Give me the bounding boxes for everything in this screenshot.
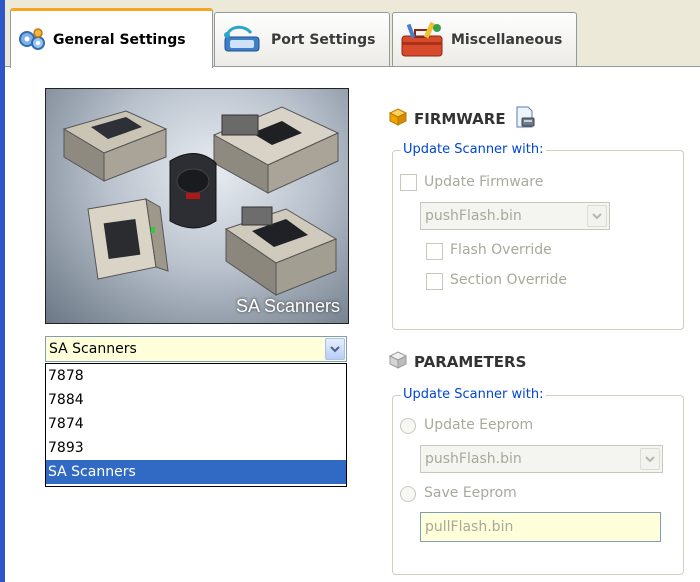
eeprom-save-file-input[interactable]: pullFlash.bin [420,512,661,542]
select-value: pushFlash.bin [425,208,522,224]
dropdown-option[interactable]: 7884 [46,388,346,412]
section-override-checkbox[interactable] [426,273,443,290]
toolbox-icon [399,20,445,60]
scanner-type-options-list: 7878 7884 7874 7893 SA Scanners [45,363,347,487]
scanners-illustration [62,106,340,296]
update-firmware-label: Update Firmware [424,174,544,190]
scanner-type-dropdown[interactable]: SA Scanners [45,336,347,362]
tab-label: General Settings [53,31,186,48]
tab-port-settings[interactable]: Port Settings [214,12,390,66]
section-override-label: Section Override [450,272,568,288]
image-caption: SA Scanners [235,296,340,316]
port-icon [221,23,265,57]
firmware-header: FIRMWARE [388,106,536,132]
group-legend: Update Scanner with: [401,387,546,402]
firmware-file-select[interactable]: pushFlash.bin [420,202,610,230]
tab-miscellaneous[interactable]: Miscellaneous [392,12,577,66]
dropdown-value: SA Scanners [49,341,137,357]
group-legend: Update Scanner with: [401,142,546,157]
cube-outline-icon [388,350,408,374]
dropdown-option[interactable]: 7874 [46,412,346,436]
scanner-product-image: SA Scanners [45,88,349,324]
dropdown-option[interactable]: 7893 [46,436,346,460]
flash-override-label: Flash Override [450,242,552,258]
chevron-down-icon[interactable] [587,205,607,227]
update-firmware-checkbox[interactable] [400,174,417,191]
input-value: pullFlash.bin [425,519,514,535]
eeprom-update-file-select[interactable]: pushFlash.bin [420,445,663,473]
save-eeprom-label: Save Eeprom [424,485,517,501]
update-eeprom-radio[interactable] [400,418,416,434]
select-value: pushFlash.bin [425,451,522,467]
document-drive-icon [514,106,536,132]
flash-override-checkbox[interactable] [426,243,443,260]
gears-icon [17,27,47,53]
dropdown-option[interactable]: 7878 [46,364,346,388]
parameters-header: PARAMETERS [388,350,526,374]
chevron-down-icon[interactable] [325,338,345,360]
tab-label: Port Settings [271,31,376,48]
chevron-down-icon[interactable] [640,448,660,470]
parameters-title: PARAMETERS [414,353,527,371]
cube-icon [388,107,408,131]
tab-label: Miscellaneous [451,31,563,48]
update-eeprom-label: Update Eeprom [424,417,534,433]
firmware-title: FIRMWARE [414,110,506,128]
dropdown-option-selected[interactable]: SA Scanners [46,460,346,484]
save-eeprom-radio[interactable] [400,486,416,502]
tab-general-settings[interactable]: General Settings [10,8,213,68]
